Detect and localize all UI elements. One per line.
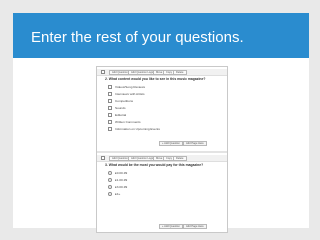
delete-button[interactable]: Delete	[173, 70, 187, 75]
question-toolbar: Add Question Add Question Logic Move Cop…	[97, 155, 227, 162]
checkbox[interactable]	[108, 92, 112, 96]
question-footer: + Add Question Add Page Here	[97, 224, 227, 232]
option-label: Videos/Song Reviews	[115, 85, 146, 89]
question-text: 3. What would be the most you would pay …	[105, 163, 204, 167]
checkbox[interactable]	[108, 99, 112, 103]
option-label: Information on Upcoming Events	[115, 127, 160, 131]
radio-button[interactable]	[108, 185, 112, 189]
question-select-checkbox[interactable]	[101, 70, 105, 74]
checkbox[interactable]	[108, 127, 112, 131]
slide: Enter the rest of your questions. Add Qu…	[0, 0, 320, 240]
option-label: £3.00-99	[115, 185, 128, 189]
checkbox[interactable]	[108, 113, 112, 117]
option-label: Written Comments	[115, 120, 141, 124]
option-label: £0.00-99	[115, 171, 128, 175]
survey-editor-screenshot: Add Question Add Question Logic Move Cop…	[96, 66, 228, 233]
divider	[97, 151, 227, 153]
radio-button[interactable]	[108, 178, 112, 182]
radio-button[interactable]	[108, 192, 112, 196]
add-page-here-button[interactable]: Add Page Here	[183, 224, 207, 229]
checkbox[interactable]	[108, 106, 112, 110]
question-toolbar: Add Question Add Question Logic Move Cop…	[97, 69, 227, 76]
option-label: £4+	[115, 192, 121, 196]
delete-button[interactable]: Delete	[173, 156, 187, 161]
option-label: £1.00-99	[115, 178, 128, 182]
option-label: Sounds	[115, 106, 126, 110]
add-question-footer-button[interactable]: + Add Question	[159, 224, 183, 229]
question-select-checkbox[interactable]	[101, 156, 105, 160]
checkbox[interactable]	[108, 85, 112, 89]
option-label: Editorial	[115, 113, 127, 117]
add-page-here-button[interactable]: Add Page Here	[183, 141, 207, 146]
slide-title: Enter the rest of your questions.	[31, 29, 244, 46]
checkbox[interactable]	[108, 120, 112, 124]
radio-button[interactable]	[108, 171, 112, 175]
question-text: 2. What content would you like to see in…	[105, 77, 206, 81]
question-footer: + Add Question Add Page Here	[97, 141, 227, 149]
option-label: Interviews with Artists	[115, 92, 145, 96]
option-label: Competitions	[115, 99, 134, 103]
add-question-footer-button[interactable]: + Add Question	[159, 141, 183, 146]
